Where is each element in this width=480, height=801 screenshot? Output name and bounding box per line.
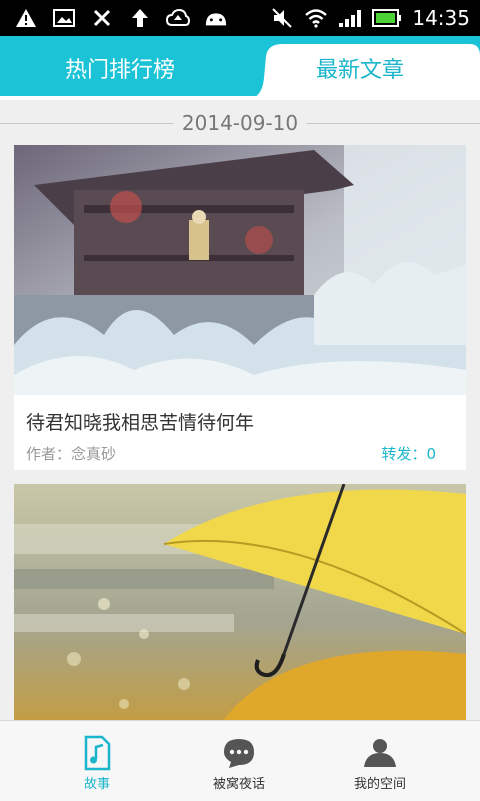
date-label: 2014-09-10 bbox=[181, 111, 299, 135]
share-count[interactable]: 转发：0 bbox=[381, 443, 436, 464]
cloud-upload-icon bbox=[166, 6, 190, 30]
date-divider: 2014-09-10 bbox=[0, 108, 480, 138]
article-card[interactable] bbox=[14, 484, 466, 720]
nav-my-space[interactable]: 我的空间 bbox=[300, 721, 460, 801]
signal-icon bbox=[338, 6, 362, 30]
divider-line bbox=[0, 122, 174, 124]
nav-night-talk[interactable]: 被窝夜话 bbox=[159, 721, 319, 801]
wifi-icon bbox=[304, 6, 328, 30]
upload-arrow-icon bbox=[128, 6, 152, 30]
bottom-navigation: 故事 被窝夜话 我的空间 bbox=[0, 720, 480, 801]
tab-label: 最新文章 bbox=[315, 58, 404, 83]
ancient-pavilion-snow-image bbox=[14, 145, 466, 395]
status-bar: 14:35 bbox=[0, 0, 480, 36]
tab-hot-ranking[interactable]: 热门排行榜 bbox=[0, 36, 240, 100]
nav-label: 我的空间 bbox=[353, 777, 406, 792]
mute-icon bbox=[270, 6, 294, 30]
top-tab-bar: 热门排行榜 最新文章 bbox=[0, 36, 480, 100]
android-icon bbox=[204, 6, 228, 30]
warning-icon bbox=[14, 6, 38, 30]
music-note-file-icon bbox=[84, 735, 111, 771]
clock: 14:35 bbox=[412, 6, 470, 30]
chat-bubble-icon bbox=[224, 739, 254, 768]
nav-stories[interactable]: 故事 bbox=[17, 721, 177, 801]
tab-latest-articles[interactable]: 最新文章 bbox=[240, 36, 480, 100]
battery-icon bbox=[372, 6, 402, 30]
yellow-umbrella-rain-image bbox=[14, 484, 466, 720]
article-title: 待君知晓我相思苦情待何年 bbox=[26, 412, 255, 434]
nav-label: 被窝夜话 bbox=[212, 777, 265, 792]
article-author: 作者：念真砂 bbox=[26, 445, 117, 463]
image-icon bbox=[52, 6, 76, 30]
nav-label: 故事 bbox=[83, 777, 110, 792]
article-feed[interactable]: 2014-09-10 待君知晓我相思苦情待何年 作者：念真砂 转发：0 bbox=[0, 100, 480, 720]
tab-label: 热门排行榜 bbox=[64, 58, 175, 83]
person-icon bbox=[364, 739, 396, 767]
tools-icon bbox=[90, 6, 114, 30]
divider-line bbox=[306, 122, 480, 124]
article-card[interactable]: 待君知晓我相思苦情待何年 作者：念真砂 转发：0 bbox=[14, 145, 466, 470]
